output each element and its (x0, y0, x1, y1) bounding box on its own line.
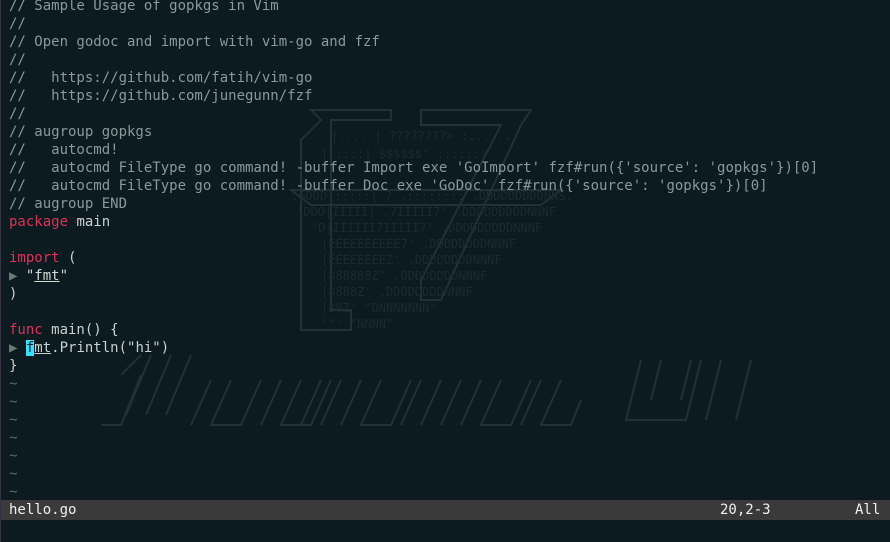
import-open-paren: ( (59, 250, 77, 266)
comment-line-5: // https://github.com/fatih/vim-go (9, 70, 313, 86)
status-scroll-indicator: All (855, 502, 881, 518)
import-spec-line: ▶ "fmt" (9, 267, 890, 285)
import-close-line: ) (9, 286, 18, 302)
empty-buffer-tilde: ~ (9, 484, 18, 500)
comment-line-4: // (9, 52, 26, 68)
import-package[interactable]: fmt (34, 268, 59, 284)
import-quote-close: " (59, 268, 69, 284)
fold-marker-icon: ▶ (9, 268, 26, 284)
status-line: hello.go 20,2-3 All (1, 500, 890, 520)
empty-buffer-tilde: ~ (9, 376, 18, 392)
func-close-line: } (9, 358, 18, 374)
func-signature: main() { (42, 322, 119, 338)
empty-buffer-tilde: ~ (9, 394, 18, 410)
command-line[interactable] (1, 520, 890, 542)
fold-marker-icon: ▶ (9, 340, 26, 356)
comment-line-7: // (9, 106, 26, 122)
empty-buffer-tilde: ~ (9, 412, 18, 428)
comment-line-11: // autocmd FileType go command! -buffer … (9, 178, 768, 194)
func-line: func main() { (9, 321, 890, 339)
status-filename: hello.go (9, 502, 77, 518)
empty-buffer-tilde: ~ (9, 448, 18, 464)
package-line: package main (9, 213, 890, 231)
func-keyword: func (9, 322, 43, 338)
call-line: ▶ fmt.Println("hi") (9, 339, 890, 357)
comment-line-9: // autocmd! (9, 142, 119, 158)
call-expression: .Println("hi") (51, 340, 170, 356)
comment-line-1: // Sample Usage of gopkgs in Vim (9, 0, 279, 14)
buffer-text[interactable]: // Sample Usage of gopkgs in Vim // // O… (9, 0, 890, 501)
comment-line-10: // autocmd FileType go command! -buffer … (9, 160, 819, 176)
comment-line-2: // (9, 16, 26, 32)
import-keyword: import (9, 250, 60, 266)
comment-line-8: // augroup gopkgs (9, 124, 153, 140)
import-line: import ( (9, 249, 890, 267)
vim-editor[interactable]: |.....| ????????> :....... |:::::| $$$$$… (0, 0, 890, 542)
empty-buffer-tilde: ~ (9, 430, 18, 446)
package-name: main (68, 214, 111, 230)
status-cursor-position: 20,2-3 (720, 502, 771, 518)
package-keyword: package (9, 214, 69, 230)
comment-line-3: // Open godoc and import with vim-go and… (9, 34, 380, 50)
comment-line-12: // augroup END (9, 196, 128, 212)
empty-buffer-tilde: ~ (9, 466, 18, 482)
comment-line-6: // https://github.com/junegunn/fzf (9, 88, 313, 104)
call-package: mt (34, 340, 52, 356)
